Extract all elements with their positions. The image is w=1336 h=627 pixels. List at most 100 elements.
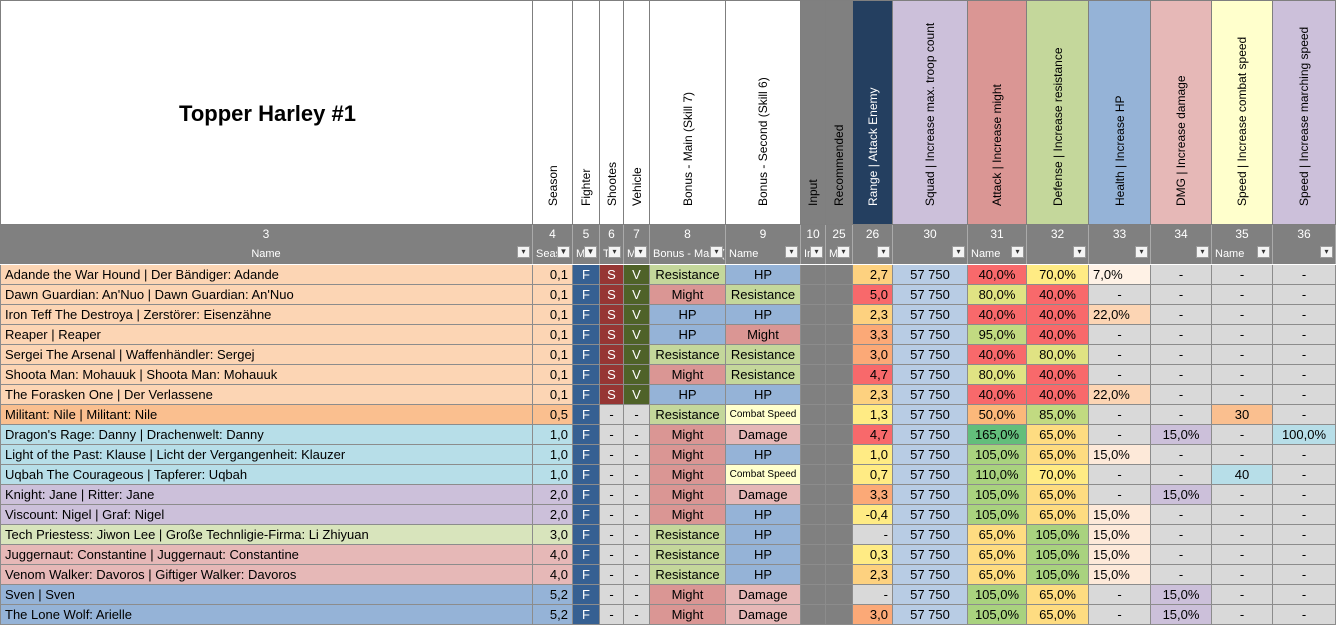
cell-defense[interactable]: 105,0%: [1027, 565, 1089, 585]
cell-input[interactable]: [801, 405, 826, 425]
dropdown-icon[interactable]: ▾: [837, 246, 850, 258]
title-cell[interactable]: Topper Harley #1: [0, 0, 533, 225]
column-number-3[interactable]: 3: [0, 225, 533, 244]
cell-marching-speed[interactable]: -: [1273, 405, 1336, 425]
cell-shootes[interactable]: -: [600, 405, 624, 425]
cell-recommended[interactable]: [826, 405, 853, 425]
cell-bonus-second[interactable]: Might: [726, 325, 801, 345]
cell-shootes[interactable]: -: [600, 485, 624, 505]
column-number-9[interactable]: 9: [726, 225, 801, 244]
cell-attack[interactable]: 165,0%: [968, 425, 1027, 445]
cell-bonus-main[interactable]: Might: [650, 605, 726, 625]
filter-cell-11[interactable]: Name ▾: [968, 244, 1027, 264]
cell-marching-speed[interactable]: -: [1273, 525, 1336, 545]
cell-marching-speed[interactable]: -: [1273, 265, 1336, 285]
cell-squad[interactable]: 57 750: [893, 485, 968, 505]
cell-bonus-second[interactable]: Damage: [726, 485, 801, 505]
cell-health[interactable]: 15,0%: [1089, 525, 1151, 545]
cell-bonus-main[interactable]: Might: [650, 505, 726, 525]
cell-range[interactable]: -: [853, 525, 893, 545]
cell-shootes[interactable]: -: [600, 465, 624, 485]
cell-range[interactable]: 5,0: [853, 285, 893, 305]
dropdown-icon[interactable]: ▾: [1135, 246, 1148, 258]
cell-defense[interactable]: 65,0%: [1027, 425, 1089, 445]
dropdown-icon[interactable]: ▾: [952, 246, 965, 258]
cell-dmg[interactable]: -: [1151, 265, 1212, 285]
cell-shootes[interactable]: S: [600, 285, 624, 305]
cell-vehicle[interactable]: -: [624, 525, 650, 545]
cell-season[interactable]: 0,1: [533, 385, 573, 405]
cell-defense[interactable]: 70,0%: [1027, 265, 1089, 285]
cell-input[interactable]: [801, 345, 826, 365]
cell-combat-speed[interactable]: -: [1212, 525, 1273, 545]
cell-attack[interactable]: 105,0%: [968, 505, 1027, 525]
cell-squad[interactable]: 57 750: [893, 565, 968, 585]
cell-bonus-second[interactable]: HP: [726, 265, 801, 285]
cell-dmg[interactable]: -: [1151, 545, 1212, 565]
column-number-26[interactable]: 26: [853, 225, 893, 244]
filter-cell-0[interactable]: Name ▾: [0, 244, 533, 264]
cell-input[interactable]: [801, 605, 826, 625]
cell-squad[interactable]: 57 750: [893, 305, 968, 325]
cell-combat-speed[interactable]: -: [1212, 325, 1273, 345]
cell-range[interactable]: 1,0: [853, 445, 893, 465]
cell-recommended[interactable]: [826, 465, 853, 485]
cell-attack[interactable]: 105,0%: [968, 445, 1027, 465]
column-number-10[interactable]: 10: [801, 225, 826, 244]
cell-range[interactable]: 4,7: [853, 425, 893, 445]
cell-recommended[interactable]: [826, 305, 853, 325]
cell-fighter[interactable]: F: [573, 305, 600, 325]
cell-recommended[interactable]: [826, 605, 853, 625]
cell-range[interactable]: 1,3: [853, 405, 893, 425]
cell-attack[interactable]: 105,0%: [968, 585, 1027, 605]
cell-defense[interactable]: 40,0%: [1027, 365, 1089, 385]
filter-cell-15[interactable]: Name ▾: [1212, 244, 1273, 264]
cell-squad[interactable]: 57 750: [893, 385, 968, 405]
cell-dmg[interactable]: -: [1151, 285, 1212, 305]
cell-vehicle[interactable]: V: [624, 385, 650, 405]
cell-bonus-main[interactable]: Might: [650, 465, 726, 485]
dropdown-icon[interactable]: ▾: [810, 246, 823, 258]
cell-attack[interactable]: 40,0%: [968, 305, 1027, 325]
cell-range[interactable]: 2,7: [853, 265, 893, 285]
cell-hero-name[interactable]: Venom Walker: Davoros | Giftiger Walker:…: [0, 565, 533, 585]
cell-attack[interactable]: 40,0%: [968, 385, 1027, 405]
header-input[interactable]: Input: [801, 0, 826, 225]
cell-hero-name[interactable]: Dragon's Rage: Danny | Drachenwelt: Dann…: [0, 425, 533, 445]
filter-cell-10[interactable]: ▾: [893, 244, 968, 264]
cell-combat-speed[interactable]: -: [1212, 485, 1273, 505]
header-marching-speed[interactable]: Speed | Increase marching speed: [1273, 0, 1336, 225]
cell-dmg[interactable]: 15,0%: [1151, 605, 1212, 625]
cell-attack[interactable]: 105,0%: [968, 485, 1027, 505]
cell-squad[interactable]: 57 750: [893, 265, 968, 285]
cell-defense[interactable]: 65,0%: [1027, 605, 1089, 625]
cell-combat-speed[interactable]: -: [1212, 285, 1273, 305]
cell-season[interactable]: 2,0: [533, 485, 573, 505]
cell-fighter[interactable]: F: [573, 485, 600, 505]
cell-shootes[interactable]: -: [600, 525, 624, 545]
cell-season[interactable]: 1,0: [533, 445, 573, 465]
dropdown-icon[interactable]: ▾: [1196, 246, 1209, 258]
cell-bonus-second[interactable]: HP: [726, 565, 801, 585]
cell-fighter[interactable]: F: [573, 465, 600, 485]
cell-input[interactable]: [801, 305, 826, 325]
cell-dmg[interactable]: 15,0%: [1151, 485, 1212, 505]
header-health[interactable]: Health | Increase HP: [1089, 0, 1151, 225]
column-number-34[interactable]: 34: [1151, 225, 1212, 244]
cell-defense[interactable]: 105,0%: [1027, 545, 1089, 565]
cell-dmg[interactable]: 15,0%: [1151, 425, 1212, 445]
dropdown-icon[interactable]: ▾: [710, 246, 723, 258]
cell-recommended[interactable]: [826, 445, 853, 465]
cell-attack[interactable]: 65,0%: [968, 545, 1027, 565]
cell-range[interactable]: 0,7: [853, 465, 893, 485]
cell-recommended[interactable]: [826, 265, 853, 285]
cell-bonus-main[interactable]: Resistance: [650, 265, 726, 285]
header-bonus-second[interactable]: Bonus - Second (Skill 6): [726, 0, 801, 225]
column-number-8[interactable]: 8: [650, 225, 726, 244]
cell-hero-name[interactable]: Dawn Guardian: An'Nuo | Dawn Guardian: A…: [0, 285, 533, 305]
cell-marching-speed[interactable]: -: [1273, 445, 1336, 465]
cell-vehicle[interactable]: V: [624, 325, 650, 345]
dropdown-icon[interactable]: ▾: [1073, 246, 1086, 258]
cell-dmg[interactable]: -: [1151, 385, 1212, 405]
cell-vehicle[interactable]: V: [624, 265, 650, 285]
